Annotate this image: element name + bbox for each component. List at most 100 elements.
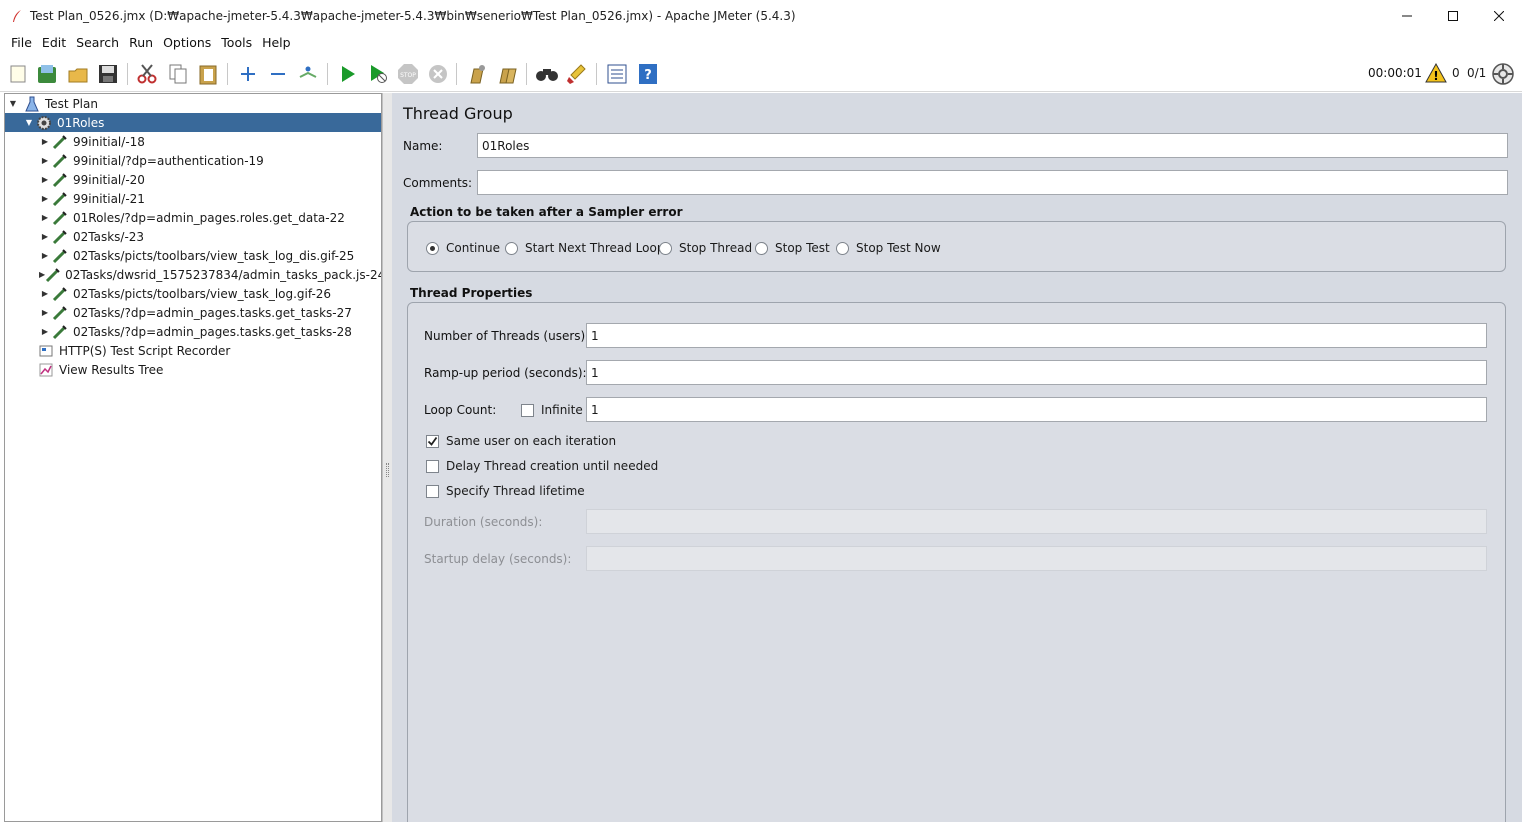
expand-arrow-icon[interactable]: ▶ [39, 137, 51, 146]
clear-icon[interactable] [465, 62, 489, 86]
copy-icon[interactable] [166, 62, 190, 86]
expand-arrow-icon[interactable]: ▶ [39, 251, 51, 260]
recorder-icon [37, 342, 55, 360]
warning-icon[interactable]: ! [1425, 62, 1447, 86]
function-helper-icon[interactable] [605, 62, 629, 86]
tree-item-sampler[interactable]: ▶ 01Roles/?dp=admin_pages.roles.get_data… [5, 208, 381, 227]
test-plan-flask-icon [23, 95, 41, 113]
start-icon[interactable] [336, 62, 360, 86]
radio-stop-test[interactable]: Stop Test [755, 241, 830, 255]
name-label: Name: [403, 139, 443, 153]
checkbox-box[interactable] [426, 459, 439, 473]
tree-item-sampler[interactable]: ▶ 99initial/-20 [5, 170, 381, 189]
specify-lifetime-checkbox[interactable]: Specify Thread lifetime [426, 484, 585, 498]
reset-search-icon[interactable] [565, 62, 589, 86]
radio-button[interactable] [659, 241, 672, 255]
collapse-icon[interactable] [266, 62, 290, 86]
maximize-button[interactable] [1430, 0, 1476, 31]
radio-button[interactable] [505, 241, 518, 255]
panel-splitter[interactable] [382, 93, 392, 822]
stop-icon[interactable]: STOP [396, 62, 420, 86]
tree-item-label: 02Tasks/?dp=admin_pages.tasks.get_tasks-… [73, 324, 352, 339]
num-threads-field[interactable]: 1 [586, 323, 1487, 348]
collapse-arrow-icon[interactable]: ▼ [7, 99, 19, 108]
radio-button[interactable] [755, 241, 768, 255]
paste-icon[interactable] [196, 62, 220, 86]
checkbox-box[interactable] [521, 403, 534, 417]
menu-options[interactable]: Options [158, 31, 216, 55]
close-button[interactable] [1476, 0, 1522, 31]
loop-count-field[interactable]: 1 [586, 397, 1487, 422]
radio-stop-thread[interactable]: Stop Thread [659, 241, 752, 255]
expand-arrow-icon[interactable]: ▶ [39, 156, 51, 165]
expand-arrow-icon[interactable]: ▶ [39, 308, 51, 317]
expand-arrow-icon[interactable]: ▶ [39, 327, 51, 336]
search-icon[interactable] [535, 62, 559, 86]
radio-stop-test-now[interactable]: Stop Test Now [836, 241, 941, 255]
comments-field[interactable] [477, 170, 1508, 195]
clear-all-icon[interactable] [496, 62, 520, 86]
expand-arrow-icon[interactable]: ▶ [39, 194, 51, 203]
infinite-checkbox[interactable]: Infinite [521, 403, 583, 417]
svg-text:STOP: STOP [400, 72, 416, 79]
menu-file[interactable]: File [6, 31, 37, 55]
collapse-arrow-icon[interactable]: ▼ [23, 118, 35, 127]
tree-item-sampler[interactable]: ▶ 02Tasks/picts/toolbars/view_task_log.g… [5, 284, 381, 303]
splitter-grip[interactable] [386, 463, 389, 477]
sampler-pipette-icon [51, 247, 69, 265]
templates-icon[interactable] [35, 62, 59, 86]
thread-properties-group: Number of Threads (users): 1 Ramp-up per… [407, 302, 1506, 822]
checkbox-box[interactable] [426, 484, 439, 498]
minimize-button[interactable] [1384, 0, 1430, 31]
tree-item-test-plan[interactable]: ▼ Test Plan [5, 94, 381, 113]
tree-item-sampler[interactable]: ▶ 99initial/?dp=authentication-19 [5, 151, 381, 170]
tree-item-label: 02Tasks/?dp=admin_pages.tasks.get_tasks-… [73, 305, 352, 320]
shutdown-icon[interactable] [426, 62, 450, 86]
open-icon[interactable] [66, 62, 90, 86]
expand-arrow-icon[interactable]: ▶ [39, 175, 51, 184]
menu-edit[interactable]: Edit [37, 31, 71, 55]
expand-arrow-icon[interactable]: ▶ [39, 232, 51, 241]
tree-item-sampler[interactable]: ▶ 02Tasks/?dp=admin_pages.tasks.get_task… [5, 303, 381, 322]
menu-run[interactable]: Run [124, 31, 158, 55]
tree-item-sampler[interactable]: ▶ 99initial/-21 [5, 189, 381, 208]
results-tree-icon [37, 361, 55, 379]
checkbox-box[interactable] [426, 434, 439, 448]
tree-item-sampler[interactable]: ▶ 02Tasks/-23 [5, 227, 381, 246]
menu-search[interactable]: Search [71, 31, 124, 55]
tree-item-label: 02Tasks/-23 [73, 229, 145, 244]
tree-item-sampler[interactable]: ▶ 02Tasks/?dp=admin_pages.tasks.get_task… [5, 322, 381, 341]
save-icon[interactable] [96, 62, 120, 86]
tree-item-thread-group[interactable]: ▼ 01Roles [5, 113, 381, 132]
radio-continue[interactable]: Continue [426, 241, 500, 255]
startup-delay-label: Startup delay (seconds): [424, 552, 572, 566]
delay-thread-checkbox[interactable]: Delay Thread creation until needed [426, 459, 658, 473]
start-no-pause-icon[interactable] [366, 62, 390, 86]
toggle-icon[interactable] [296, 62, 320, 86]
tree-item-label: 01Roles/?dp=admin_pages.roles.get_data-2… [73, 210, 345, 225]
name-field[interactable]: 01Roles [477, 133, 1508, 158]
tree-item-sampler[interactable]: ▶ 02Tasks/picts/toolbars/view_task_log_d… [5, 246, 381, 265]
expand-icon[interactable] [236, 62, 260, 86]
tree-item-sampler[interactable]: ▶ 02Tasks/dwsrid_1575237834/admin_tasks_… [5, 265, 381, 284]
menu-tools[interactable]: Tools [216, 31, 257, 55]
rampup-field[interactable]: 1 [586, 360, 1487, 385]
new-icon[interactable] [6, 62, 30, 86]
remote-status-icon[interactable] [1492, 63, 1514, 88]
tree-item-sampler[interactable]: ▶ 99initial/-18 [5, 132, 381, 151]
test-plan-tree[interactable]: ▼ Test Plan ▼ 01Roles ▶ 99initial/-18 ▶ … [4, 93, 382, 822]
radio-button[interactable] [836, 241, 849, 255]
same-user-checkbox[interactable]: Same user on each iteration [426, 434, 616, 448]
tree-item-results-tree[interactable]: View Results Tree [5, 360, 381, 379]
tree-item-label: 02Tasks/picts/toolbars/view_task_log.gif… [73, 286, 332, 301]
help-icon[interactable]: ? [636, 62, 660, 86]
tree-item-label: 02Tasks/dwsrid_1575237834/admin_tasks_pa… [65, 267, 382, 282]
radio-start-next-loop[interactable]: Start Next Thread Loop [505, 241, 664, 255]
expand-arrow-icon[interactable]: ▶ [39, 289, 51, 298]
expand-arrow-icon[interactable]: ▶ [39, 213, 51, 222]
radio-button[interactable] [426, 241, 439, 255]
menu-help[interactable]: Help [257, 31, 296, 55]
tree-item-recorder[interactable]: HTTP(S) Test Script Recorder [5, 341, 381, 360]
thread-group-editor: Thread Group Name: 01Roles Comments: Act… [392, 93, 1522, 822]
cut-icon[interactable] [135, 62, 159, 86]
